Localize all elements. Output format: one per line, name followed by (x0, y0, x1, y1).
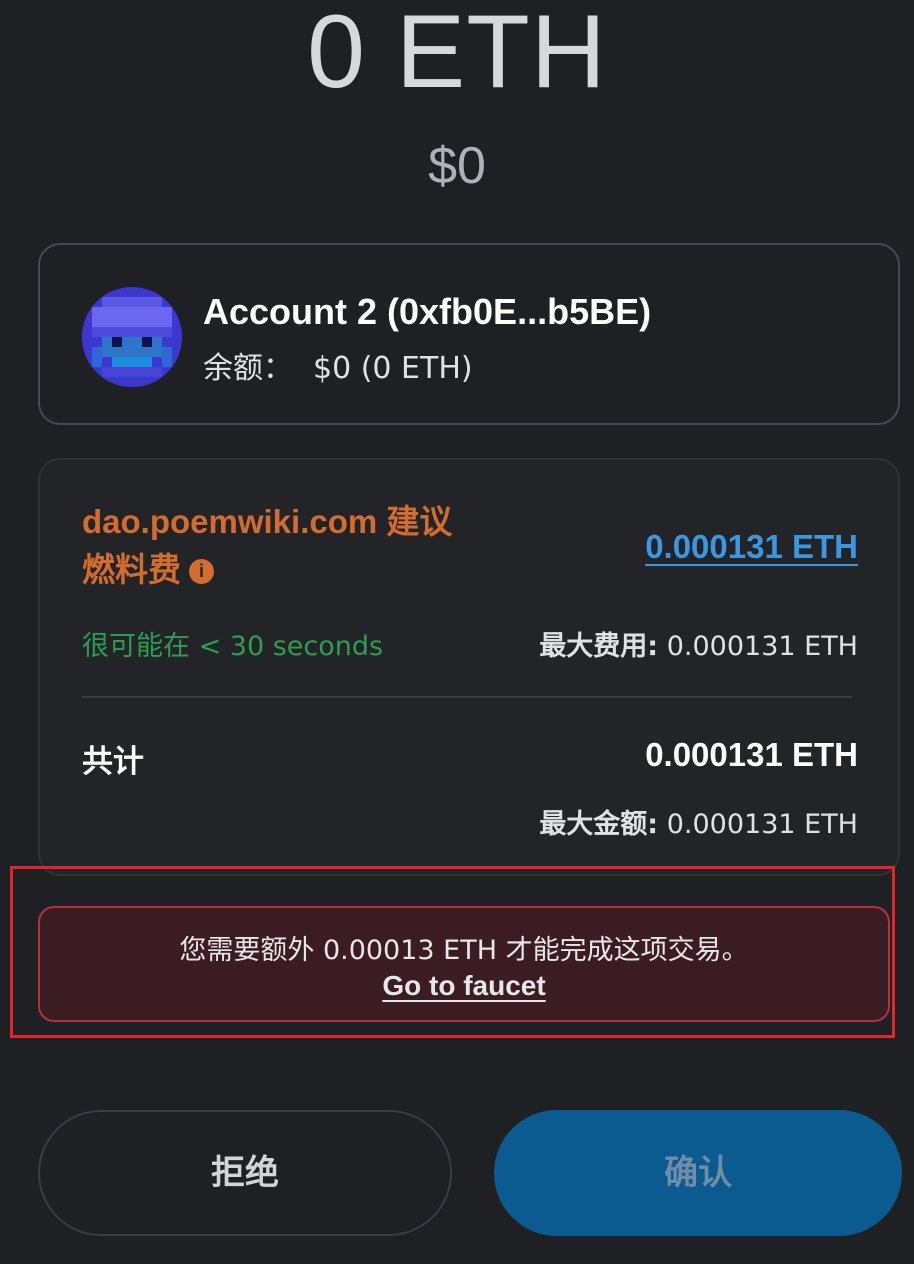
fee-card: dao.poemwiki.com 建议燃料费 i 0.000131 ETH 很可能… (38, 458, 900, 876)
account-name: Account 2 (0xfb0E...b5BE) (203, 291, 652, 332)
fiat-amount: $0 (428, 137, 486, 195)
balance-label: 余额： (203, 351, 293, 386)
max-total-label: 最大金额: (539, 809, 659, 840)
max-fee-value: 0.000131 ETH (666, 631, 858, 662)
info-icon[interactable]: i (189, 559, 214, 584)
max-fee-label: 最大费用: (539, 631, 659, 662)
suggested-gas-fee-label: dao.poemwiki.com 建议燃料费 i (82, 498, 472, 594)
divider (82, 696, 852, 698)
account-balance: 余额： $0 (0 ETH) (203, 343, 473, 387)
gas-fee-value-link[interactable]: 0.000131 ETH (645, 528, 858, 566)
reject-button[interactable]: 拒绝 (38, 1110, 452, 1236)
eth-amount: 0 ETH (307, 0, 607, 110)
total-label: 共计 (82, 744, 144, 780)
insufficient-funds-warning: 您需要额外 0.00013 ETH 才能完成这项交易。 Go to faucet (38, 906, 890, 1022)
max-total: 最大金额: 0.000131 ETH (539, 802, 858, 841)
warning-text: 您需要额外 0.00013 ETH 才能完成这项交易。 (179, 935, 749, 966)
balance-value: $0 (0 ETH) (313, 351, 473, 386)
go-to-faucet-link[interactable]: Go to faucet (40, 970, 888, 1002)
max-fee: 最大费用: 0.000131 ETH (539, 624, 858, 663)
total-value: 0.000131 ETH (645, 736, 858, 773)
confirm-button[interactable]: 确认 (494, 1110, 902, 1236)
pixel-avatar-icon (82, 287, 182, 387)
max-total-value: 0.000131 ETH (666, 809, 858, 840)
fee-site-text: dao.poemwiki.com 建议燃料费 (82, 503, 453, 588)
estimated-time: 很可能在 < 30 seconds (82, 631, 384, 662)
account-card: Account 2 (0xfb0E...b5BE) 余额： $0 (0 ETH) (38, 243, 900, 425)
